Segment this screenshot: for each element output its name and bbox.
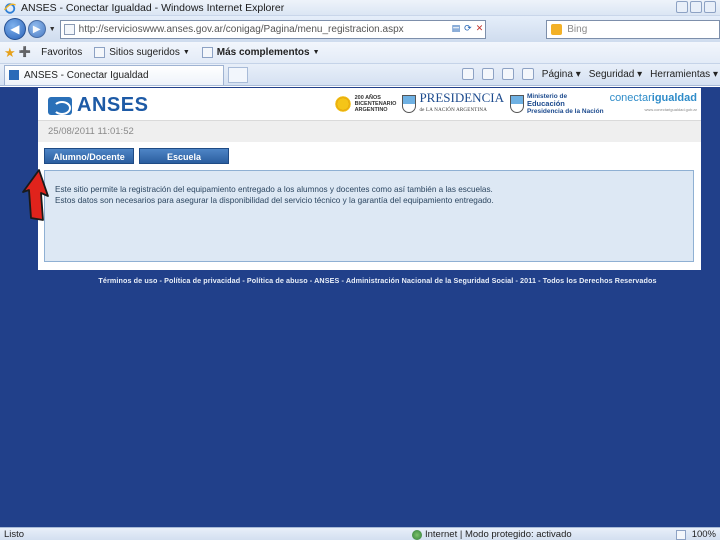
partner-logos: 200 AÑOS BICENTENARIO ARGENTINO PRESIDEN… <box>333 91 701 117</box>
maximize-button[interactable] <box>690 1 702 13</box>
presidencia-title: PRESIDENCIA <box>419 90 504 105</box>
window-controls <box>676 1 716 13</box>
back-arrow-icon: ◀ <box>10 22 20 36</box>
address-row: ◀ ▶ ▼ http://servicioswww.anses.gov.ar/c… <box>0 16 720 42</box>
feeds-icon[interactable] <box>481 68 494 80</box>
section-tabs: Alumno/Docente Escuela <box>44 148 229 164</box>
internet-zone-icon <box>412 529 422 540</box>
more-addons-button[interactable]: Más complementos ▼ <box>201 47 320 58</box>
zone-text: Internet | Modo protegido: activado <box>425 529 572 540</box>
anses-logo-text: ANSES <box>77 94 149 116</box>
status-text: Listo <box>4 528 25 540</box>
tab-alumno-docente[interactable]: Alumno/Docente <box>44 148 134 164</box>
suggested-sites-button[interactable]: Sitios sugeridos ▼ <box>94 47 190 58</box>
conectar-subtitle: www.conectarigualdad.gob.ar <box>644 107 697 112</box>
stop-icon[interactable]: ✕ <box>476 23 484 34</box>
security-zone[interactable]: Internet | Modo protegido: activado <box>412 528 572 540</box>
back-button[interactable]: ◀ <box>4 18 26 40</box>
tab-escuela[interactable]: Escuela <box>139 148 229 164</box>
suggested-sites-label: Sitios sugeridos <box>109 47 180 58</box>
internet-explorer-icon <box>4 2 16 14</box>
current-datetime: 25/08/2011 11:01:52 <box>48 126 134 137</box>
favorites-button[interactable]: Favoritos <box>41 47 82 58</box>
compatibility-view-icon[interactable]: ▤ <box>452 23 461 34</box>
status-bar: Listo Internet | Modo protegido: activad… <box>0 527 720 540</box>
ministerio-line: Educación <box>526 99 565 108</box>
active-tab[interactable]: ANSES - Conectar Igualdad <box>4 64 224 85</box>
page-icon <box>63 23 75 35</box>
igualdad-word: igualdad <box>651 92 697 104</box>
address-url: http://servicioswww.anses.gov.ar/conigag… <box>78 23 404 35</box>
more-addons-label: Más complementos <box>216 47 310 58</box>
security-menu[interactable]: Seguridad ▾ <box>589 69 642 80</box>
page-content: ANSES 200 AÑOS BICENTENARIO ARGENTINO PR… <box>0 87 720 527</box>
bicentenario-logo: 200 AÑOS BICENTENARIO ARGENTINO <box>333 95 396 113</box>
chevron-down-icon: ▼ <box>312 49 320 56</box>
anses-logo[interactable]: ANSES <box>48 94 148 117</box>
date-bar: 25/08/2011 11:01:52 <box>38 120 701 142</box>
status-right-controls: 100% <box>675 528 716 540</box>
popup-blocker-icon[interactable] <box>675 529 686 540</box>
mail-icon[interactable] <box>501 68 514 80</box>
addons-icon <box>201 47 213 58</box>
active-tab-title: ANSES - Conectar Igualdad <box>24 69 149 81</box>
ministerio-logo: Ministerio de Educación Presidencia de l… <box>509 93 604 115</box>
search-placeholder: Bing <box>567 23 588 35</box>
anses-logo-icon <box>48 96 72 115</box>
tab-bar: ANSES - Conectar Igualdad Página ▾ Segur… <box>0 64 720 86</box>
presidencia-subtitle: de LA NACIÓN ARGENTINA <box>419 108 488 113</box>
security-menu-label: Seguridad <box>588 68 635 80</box>
conectar-word: conectar <box>609 92 652 104</box>
refresh-icon[interactable]: ⟳ <box>464 23 472 34</box>
sun-icon <box>333 95 352 113</box>
zoom-level[interactable]: 100% <box>692 529 716 540</box>
tools-menu-label: Herramientas <box>650 68 711 80</box>
ministerio-line: Presidencia de la Nación <box>526 108 604 115</box>
presidencia-logo: PRESIDENCIA de LA NACIÓN ARGENTINA <box>402 91 504 117</box>
national-shield-icon <box>402 95 417 113</box>
forward-button[interactable]: ▶ <box>27 20 46 38</box>
conectar-igualdad-logo: conectarigualdad www.conectarigualdad.go… <box>610 92 701 116</box>
window-title-bar[interactable]: ANSES - Conectar Igualdad - Windows Inte… <box>0 0 720 16</box>
print-icon[interactable] <box>521 68 534 80</box>
address-tools: ▤ ⟳ ✕ <box>452 23 484 34</box>
bicentenario-line: ARGENTINO <box>354 107 388 113</box>
chevron-down-icon: ▼ <box>182 49 190 56</box>
info-box: Este sitio permite la registración del e… <box>44 170 694 262</box>
recent-pages-dropdown-icon[interactable]: ▼ <box>49 26 56 33</box>
close-button[interactable] <box>704 1 716 13</box>
anses-favicon-icon <box>9 70 19 80</box>
tools-menu[interactable]: Herramientas ▾ <box>650 69 718 80</box>
favorites-star-icon[interactable]: ★ <box>4 45 16 61</box>
suggested-sites-icon <box>94 47 106 58</box>
forward-arrow-icon: ▶ <box>32 23 41 35</box>
new-tab-button[interactable] <box>228 66 248 83</box>
red-pointer-arrow-icon <box>22 169 49 221</box>
add-favorite-icon[interactable]: ➕ <box>19 47 31 58</box>
home-icon[interactable] <box>461 68 474 80</box>
bing-icon <box>551 23 563 35</box>
page-footer[interactable]: Términos de uso - Política de privacidad… <box>0 276 720 285</box>
favorites-label: Favoritos <box>41 47 83 58</box>
minimize-button[interactable] <box>676 1 688 13</box>
main-panel: ANSES 200 AÑOS BICENTENARIO ARGENTINO PR… <box>38 88 701 270</box>
info-text: Este sitio permite la registración del e… <box>55 185 494 205</box>
window-title: ANSES - Conectar Igualdad - Windows Inte… <box>21 1 285 14</box>
national-shield-icon <box>509 95 524 113</box>
command-bar: Página ▾ Seguridad ▾ Herramientas ▾ <box>461 68 718 80</box>
page-menu-label: Página <box>541 68 573 80</box>
address-field[interactable]: http://servicioswww.anses.gov.ar/conigag… <box>59 19 487 39</box>
page-menu[interactable]: Página ▾ <box>542 69 581 80</box>
search-field[interactable]: Bing ⚲ <box>546 19 720 39</box>
favorites-bar: ★ ➕ Favoritos Sitios sugeridos ▼ Más com… <box>0 42 720 64</box>
